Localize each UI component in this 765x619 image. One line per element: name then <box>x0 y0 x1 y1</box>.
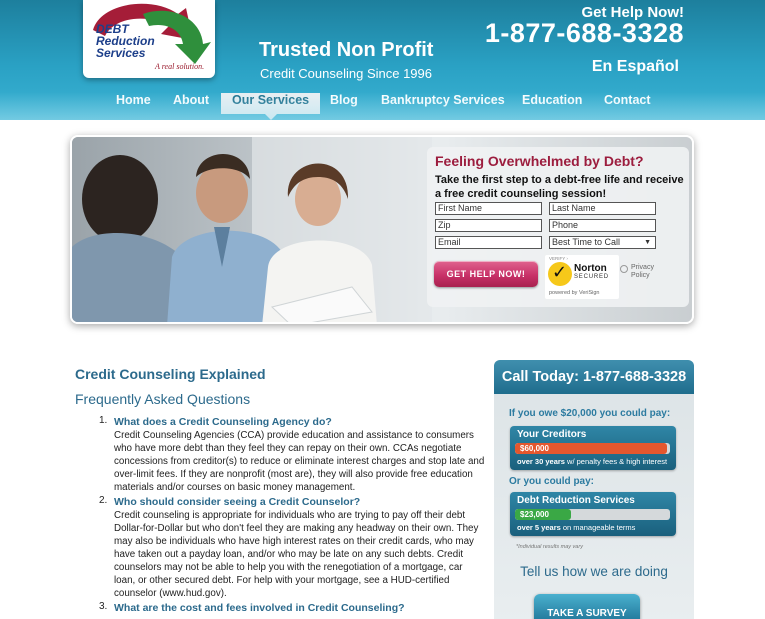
nav-about[interactable]: About <box>173 93 209 114</box>
nav-bankruptcy-services[interactable]: Bankruptcy Services <box>381 93 505 114</box>
results-disclaimer: *Individual results may vary <box>516 544 583 550</box>
owe-line: If you owe $20,000 you could pay: <box>509 408 671 419</box>
logo[interactable]: DEBT Reduction Services A real solution. <box>83 0 215 78</box>
logo-text-line3: Services <box>96 46 146 60</box>
drs-caption-rest: on manageable terms <box>560 523 636 532</box>
hero-banner: Feeling Overwhelmed by Debt? Take the fi… <box>70 135 694 324</box>
call-today-banner[interactable]: Call Today: 1-877-688-3328 <box>494 360 694 394</box>
logo-tagline: A real solution. <box>155 62 205 71</box>
form-title: Feeling Overwhelmed by Debt? <box>435 153 644 169</box>
main-nav: Home About Our Services Blog Bankruptcy … <box>0 93 765 120</box>
creditors-amount: $60,000 <box>520 444 549 453</box>
creditors-caption: over 30 years w/ penalty fees & high int… <box>517 457 667 466</box>
best-time-select[interactable]: Best Time to Call ▼ <box>549 236 656 249</box>
faq-item: 2. Who should consider seeing a Credit C… <box>75 495 485 600</box>
creditors-caption-rest: w/ penalty fees & high interest <box>564 457 668 466</box>
faq-number: 2. <box>99 495 108 506</box>
sidebar: Call Today: 1-877-688-3328 If you owe $2… <box>494 360 694 619</box>
hero-photo <box>72 137 432 322</box>
privacy-icon <box>620 265 628 273</box>
faq-heading: Frequently Asked Questions <box>75 391 251 407</box>
faq-question: What are the cost and fees involved in C… <box>114 602 405 614</box>
form-subtitle: Take the first step to a debt-free life … <box>435 174 684 200</box>
faq-question: Who should consider seeing a Credit Coun… <box>114 496 361 508</box>
drs-title: Debt Reduction Services <box>517 495 635 506</box>
drs-caption-bold: over 5 years <box>517 523 561 532</box>
select-caret-icon: ▼ <box>644 239 651 246</box>
tell-us-text: Tell us how we are doing <box>520 564 668 579</box>
creditors-comparison: Your Creditors $60,000 over 30 years w/ … <box>510 426 676 470</box>
norton-secured-text: SECURED <box>574 274 609 280</box>
privacy-line2: Policy <box>631 272 650 279</box>
espanol-link[interactable]: En Español <box>592 58 679 76</box>
email-field[interactable]: Email <box>435 236 542 249</box>
faq-answer: Credit counseling is appropriate for ind… <box>114 510 479 599</box>
norton-check-icon <box>548 262 572 286</box>
creditors-bar-track: $60,000 <box>515 443 670 454</box>
creditors-title: Your Creditors <box>517 429 587 440</box>
nav-blog[interactable]: Blog <box>330 93 358 114</box>
first-name-field[interactable]: First Name <box>435 202 542 215</box>
zip-field[interactable]: Zip <box>435 219 542 232</box>
get-help-now-button[interactable]: GET HELP NOW! <box>434 261 538 287</box>
or-line: Or you could pay: <box>509 476 595 487</box>
main-content: Credit Counseling Explained Frequently A… <box>75 366 485 615</box>
page-title: Credit Counseling Explained <box>75 366 266 382</box>
faq-number: 3. <box>99 601 108 612</box>
faq-number: 1. <box>99 415 108 426</box>
privacy-line1: Privacy <box>631 264 654 271</box>
header-subtagline: Credit Counseling Since 1996 <box>260 66 432 81</box>
faq-list: 1. What does a Credit Counseling Agency … <box>75 415 485 615</box>
creditors-caption-bold: over 30 years <box>517 457 565 466</box>
faq-item: 1. What does a Credit Counseling Agency … <box>75 415 485 494</box>
last-name-field[interactable]: Last Name <box>549 202 656 215</box>
phone-field[interactable]: Phone <box>549 219 656 232</box>
drs-comparison: Debt Reduction Services $23,000 over 5 y… <box>510 492 676 536</box>
norton-brand: Norton <box>574 263 607 274</box>
faq-answer: Credit Counseling Agencies (CCA) provide… <box>114 430 485 493</box>
lead-form: Feeling Overwhelmed by Debt? Take the fi… <box>427 147 689 307</box>
drs-caption: over 5 years on manageable terms <box>517 523 635 532</box>
site-header: DEBT Reduction Services A real solution.… <box>0 0 765 120</box>
take-survey-button[interactable]: TAKE A SURVEY <box>534 594 640 619</box>
norton-powered-text: powered by VeriSign <box>549 290 600 296</box>
norton-secured-badge[interactable]: VERIFY › Norton SECURED powered by VeriS… <box>545 255 619 299</box>
drs-amount: $23,000 <box>520 510 549 519</box>
nav-home[interactable]: Home <box>116 93 151 114</box>
header-phone-number[interactable]: 1-877-688-3328 <box>485 18 684 49</box>
faq-item: 3. What are the cost and fees involved i… <box>75 601 485 615</box>
nav-education[interactable]: Education <box>522 93 582 114</box>
norton-verify-text: VERIFY › <box>549 256 568 261</box>
nav-contact[interactable]: Contact <box>604 93 651 114</box>
drs-bar-track: $23,000 <box>515 509 670 520</box>
privacy-policy-link[interactable]: Privacy Policy <box>631 264 654 280</box>
faq-question: What does a Credit Counseling Agency do? <box>114 416 332 428</box>
nav-our-services[interactable]: Our Services <box>221 93 321 120</box>
header-tagline: Trusted Non Profit <box>259 39 434 61</box>
best-time-select-value: Best Time to Call <box>552 237 621 247</box>
